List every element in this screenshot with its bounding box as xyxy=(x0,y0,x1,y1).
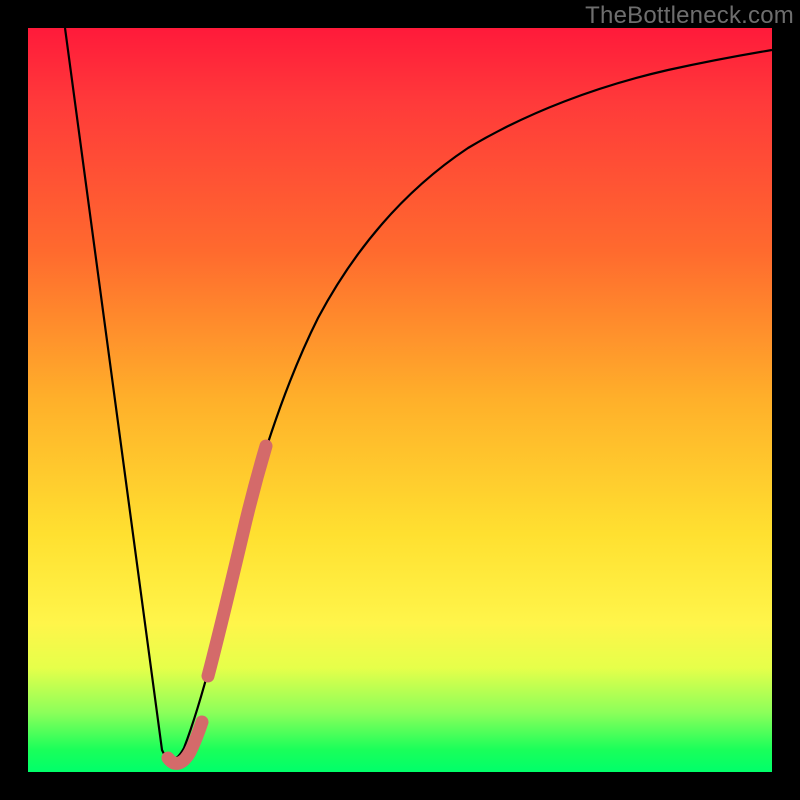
highlight-upper xyxy=(208,446,266,676)
bottleneck-curve xyxy=(28,28,772,772)
plot-area xyxy=(28,28,772,772)
chart-frame: TheBottleneck.com xyxy=(0,0,800,800)
watermark-text: TheBottleneck.com xyxy=(585,2,794,30)
curve-path xyxy=(65,28,772,760)
